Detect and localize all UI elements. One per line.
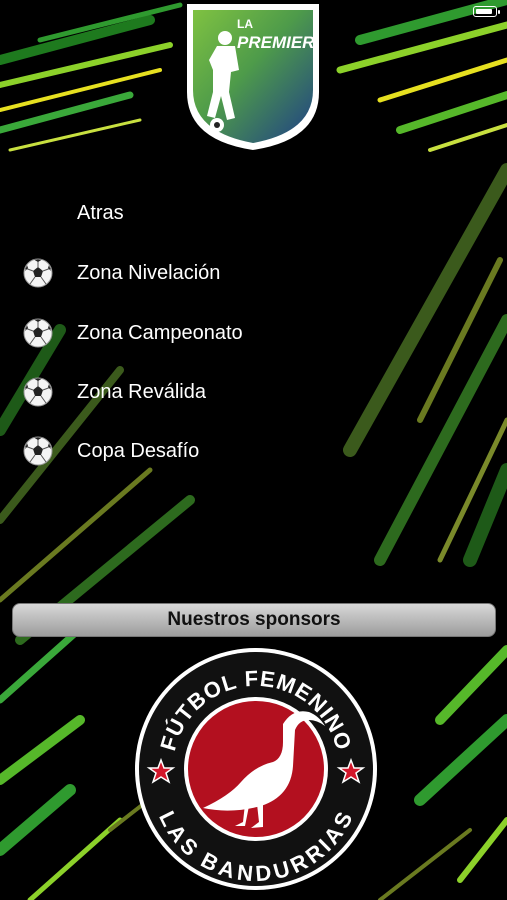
la-premier-logo: LA PREMIER — [187, 4, 319, 150]
menu-item-label: Zona Campeonato — [77, 321, 243, 344]
logo-text-la: LA — [237, 17, 253, 31]
menu-item-label: Zona Reválida — [77, 380, 206, 403]
sponsors-header: Nuestros sponsors — [12, 603, 496, 637]
menu-item-label: Atras — [77, 201, 124, 224]
soccer-ball-icon — [23, 318, 53, 348]
menu-item-label: Zona Nivelación — [77, 261, 221, 284]
menu-item-copa-desafio[interactable]: Copa Desafío — [0, 426, 300, 476]
sponsor-badge-las-bandurrias[interactable]: FÚTBOL FEMENINO LAS BANDURRIAS — [133, 646, 379, 892]
menu-item-zona-revalida[interactable]: Zona Reválida — [0, 367, 300, 417]
battery-icon — [473, 6, 500, 17]
menu-item-label: Copa Desafío — [77, 439, 200, 462]
sponsors-title: Nuestros sponsors — [167, 609, 341, 630]
soccer-ball-icon — [23, 377, 53, 407]
soccer-ball-icon — [23, 258, 53, 288]
menu-item-zona-nivelacion[interactable]: Zona Nivelación — [0, 248, 300, 298]
soccer-ball-icon — [23, 436, 53, 466]
menu-item-zona-campeonato[interactable]: Zona Campeonato — [0, 308, 300, 358]
logo-text-premier: PREMIER — [237, 33, 315, 52]
back-button[interactable]: Atras — [0, 188, 300, 238]
